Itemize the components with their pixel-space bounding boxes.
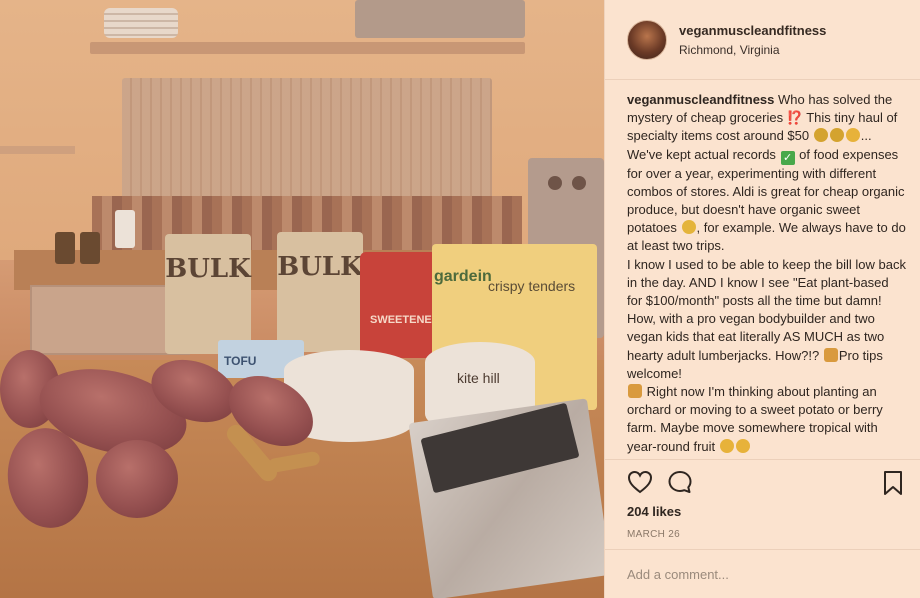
smiling-face-emoji-icon xyxy=(735,438,750,453)
sweet-potato xyxy=(96,440,178,518)
divider xyxy=(605,459,920,460)
post-date: MARCH 26 xyxy=(627,529,680,540)
caption: veganmuscleandfitness Who has solved the… xyxy=(627,91,907,455)
header-text: veganmuscleandfitness Richmond, Virginia xyxy=(679,23,826,57)
tenders-brand: gardein xyxy=(434,268,492,285)
username-link[interactable]: veganmuscleandfitness xyxy=(679,23,826,38)
location-link[interactable]: Richmond, Virginia xyxy=(679,43,826,57)
spice-jar xyxy=(80,232,100,264)
caption-paragraph-2: I know I used to be able to keep the bil… xyxy=(627,256,907,455)
sweetener-label: SWEETENER xyxy=(370,314,440,326)
caption-username[interactable]: veganmuscleandfitness xyxy=(627,92,774,107)
post-actions xyxy=(627,470,693,494)
stove-knob xyxy=(572,176,586,190)
tenders-name: crispy tenders xyxy=(488,278,576,294)
post-photo[interactable]: BULK BULK SWEETENER gardein crispy tende… xyxy=(0,0,604,598)
pointing-hand-emoji-icon xyxy=(823,347,838,362)
avatar[interactable] xyxy=(627,19,667,60)
pegboard xyxy=(122,78,492,200)
tofu-label: TOFU xyxy=(224,354,257,368)
bulk-bag: BULK xyxy=(277,232,363,352)
side-shelf xyxy=(0,146,75,154)
likes-count[interactable]: 204 likes xyxy=(627,504,681,519)
money-bag-emoji-icon xyxy=(813,128,828,143)
confused-face-emoji-icon xyxy=(845,128,860,143)
bulk-bag: BULK xyxy=(165,234,251,354)
comment-input[interactable] xyxy=(627,567,907,582)
caption-text: Right now I'm thinking about planting an… xyxy=(627,384,883,454)
bookmark-icon[interactable] xyxy=(882,470,904,496)
post-header: veganmuscleandfitness Richmond, Virginia xyxy=(605,0,920,80)
stove-knob xyxy=(548,176,562,190)
kite-hill-label: kite hill xyxy=(457,370,500,386)
heart-icon[interactable] xyxy=(627,470,653,494)
bulk-label: BULK xyxy=(165,254,251,284)
spice-jar xyxy=(55,232,75,264)
caption-paragraph-1: veganmuscleandfitness Who has solved the… xyxy=(627,91,907,256)
post-side-panel: veganmuscleandfitness Richmond, Virginia… xyxy=(604,0,920,598)
comment-icon[interactable] xyxy=(667,470,693,494)
kitchen-shelf xyxy=(90,42,525,54)
bulk-label: BULK xyxy=(277,252,363,282)
check-mark-emoji-icon: ✓ xyxy=(780,150,795,165)
money-bag-emoji-icon xyxy=(829,128,844,143)
smiling-face-emoji-icon xyxy=(719,438,734,453)
stacked-plates xyxy=(104,8,178,38)
supplement-bottle xyxy=(115,210,135,248)
crying-face-emoji-icon xyxy=(681,220,696,235)
divider xyxy=(605,549,920,550)
microwave xyxy=(355,0,525,38)
pointing-hand-emoji-icon xyxy=(628,384,642,399)
